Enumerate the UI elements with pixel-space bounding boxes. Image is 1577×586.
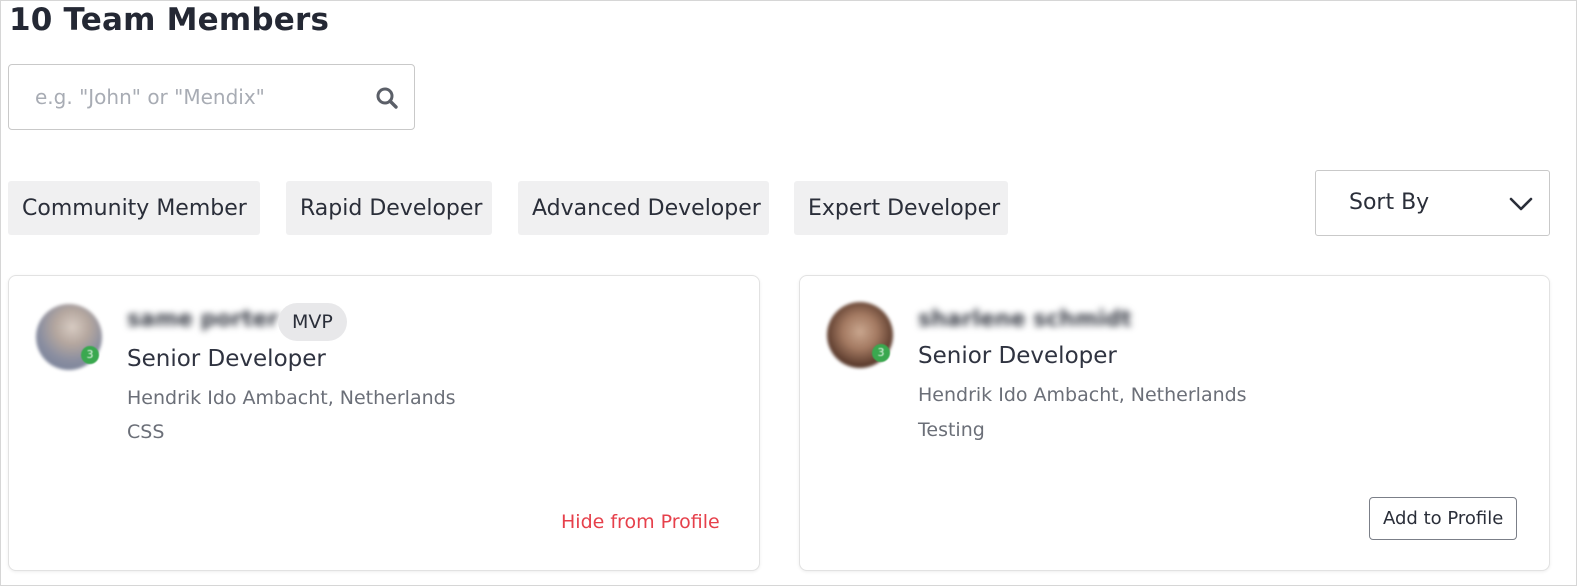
filter-advanced-developer[interactable]: Advanced Developer	[518, 181, 769, 235]
member-location: Hendrik Ido Ambacht, Netherlands	[918, 384, 1247, 406]
avatar[interactable]: 3	[36, 304, 102, 370]
filter-community-member[interactable]: Community Member	[8, 181, 260, 235]
level-badge: 3	[81, 346, 99, 364]
avatar[interactable]: 3	[827, 302, 893, 368]
member-role: Senior Developer	[918, 343, 1117, 369]
sort-dropdown[interactable]: Sort By	[1315, 170, 1550, 236]
page-title: 10 Team Members	[9, 2, 330, 38]
member-role: Senior Developer	[127, 346, 326, 372]
filter-label: Community Member	[22, 195, 247, 221]
sort-label: Sort By	[1349, 190, 1430, 215]
member-name[interactable]: same porter	[127, 307, 278, 332]
member-card: 3 same porter MVP Senior Developer Hendr…	[8, 275, 760, 571]
mvp-badge: MVP	[278, 303, 347, 341]
search-input[interactable]	[9, 65, 349, 129]
add-to-profile-button[interactable]: Add to Profile	[1369, 497, 1518, 540]
filter-expert-developer[interactable]: Expert Developer	[794, 181, 1008, 235]
member-name[interactable]: sharlene schmidt	[918, 307, 1132, 332]
search-icon[interactable]	[374, 85, 400, 111]
filter-label: Expert Developer	[808, 195, 1001, 221]
member-location: Hendrik Ido Ambacht, Netherlands	[127, 387, 456, 409]
member-skill: CSS	[127, 421, 165, 443]
member-card: 3 sharlene schmidt Senior Developer Hend…	[799, 275, 1550, 571]
filter-label: Advanced Developer	[532, 195, 761, 221]
filter-rapid-developer[interactable]: Rapid Developer	[286, 181, 492, 235]
chevron-down-icon	[1509, 197, 1533, 211]
search-box[interactable]	[8, 64, 415, 130]
member-skill: Testing	[918, 419, 985, 441]
hide-from-profile-link[interactable]: Hide from Profile	[561, 511, 720, 533]
filter-label: Rapid Developer	[300, 195, 483, 221]
level-badge: 3	[872, 344, 890, 362]
